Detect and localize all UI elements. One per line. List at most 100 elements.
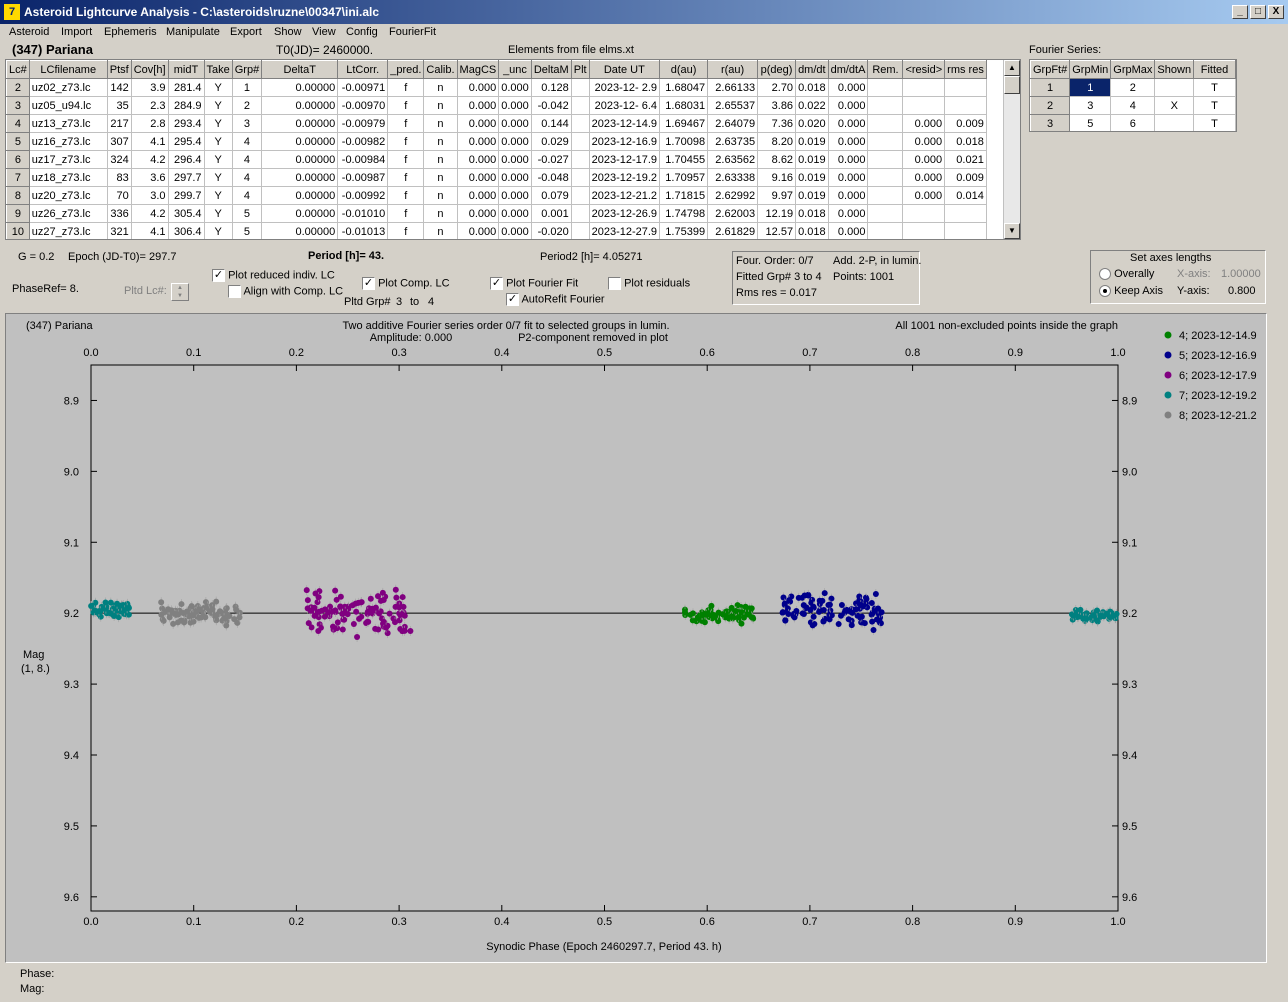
lc-cell[interactable] <box>570 204 590 223</box>
lc-cell[interactable]: 0.018 <box>795 78 829 97</box>
lc-cell[interactable]: -0.01010 <box>337 204 389 223</box>
menu-view[interactable]: View <box>312 26 336 38</box>
lc-row[interactable]: 10 uz27_z73.lc 321 4.1 306.4 Y 5 0.00000 -0.0101… <box>6 222 987 239</box>
ft-cell[interactable]: 3 <box>1069 96 1112 115</box>
ft-cell[interactable]: 1 <box>1030 78 1071 97</box>
lc-cell[interactable]: 307 <box>106 132 132 151</box>
lc-cell[interactable] <box>902 96 946 115</box>
lc-cell[interactable]: 0.128 <box>530 78 572 97</box>
lc-cell[interactable]: 0.000 <box>827 204 869 223</box>
lc-cell[interactable]: 12.19 <box>757 204 797 223</box>
scroll-down-icon[interactable]: ▼ <box>1004 223 1020 239</box>
lc-cell[interactable]: uz18_z73.lc <box>28 168 108 187</box>
lc-cell[interactable]: 3.9 <box>130 78 169 97</box>
lc-header-cell[interactable]: midT <box>167 60 205 79</box>
lc-cell[interactable]: 0.000 <box>827 186 869 205</box>
lc-cell[interactable]: Y <box>203 132 233 151</box>
lc-cell[interactable]: n <box>423 150 458 169</box>
ft-header-cell[interactable]: GrpMax <box>1110 60 1156 79</box>
lc-cell[interactable]: 12.57 <box>757 222 797 239</box>
lc-cell[interactable]: 0.00000 <box>261 150 339 169</box>
lc-cell[interactable]: 0.000 <box>456 186 500 205</box>
lc-cell[interactable]: Y <box>203 168 233 187</box>
lc-cell[interactable]: 1 <box>231 78 263 97</box>
lc-cell[interactable]: 2023-12-27.9 <box>588 222 661 239</box>
ft-cell[interactable]: 3 <box>1030 114 1071 131</box>
lc-cell[interactable]: 3 <box>231 114 263 133</box>
lc-cell[interactable] <box>867 132 904 151</box>
lc-cell[interactable]: 0.029 <box>530 132 572 151</box>
lc-cell[interactable] <box>944 222 987 239</box>
lc-header-cell[interactable]: DeltaT <box>261 60 339 79</box>
lc-header-cell[interactable]: _pred. <box>387 60 425 79</box>
lc-cell[interactable]: 4 <box>6 114 30 133</box>
menu-export[interactable]: Export <box>230 26 262 38</box>
lc-cell[interactable]: 0.000 <box>902 150 946 169</box>
lc-cell[interactable]: 0.000 <box>827 222 869 239</box>
lc-cell[interactable]: 0.00000 <box>261 114 339 133</box>
ft-header-cell[interactable]: Fitted <box>1193 60 1236 79</box>
pltd-grp-from[interactable]: 3 <box>396 296 402 308</box>
lc-cell[interactable]: Y <box>203 150 233 169</box>
lc-cell[interactable]: 0.018 <box>795 222 829 239</box>
lc-cell[interactable]: 0.000 <box>827 96 869 115</box>
lc-cell[interactable]: n <box>423 168 458 187</box>
lc-cell[interactable]: 0.000 <box>827 114 869 133</box>
lc-cell[interactable]: 284.9 <box>167 96 205 115</box>
scroll-thumb[interactable] <box>1004 76 1020 94</box>
pltd-grp-to[interactable]: 4 <box>428 296 434 308</box>
ft-row[interactable]: 234XT <box>1030 96 1236 115</box>
lc-cell[interactable] <box>867 78 904 97</box>
lc-cell[interactable]: 1.70098 <box>659 132 709 151</box>
lc-cell[interactable]: 0.00000 <box>261 168 339 187</box>
lc-cell[interactable]: 0.000 <box>456 168 500 187</box>
lc-cell[interactable]: uz26_z73.lc <box>28 204 108 223</box>
lc-cell[interactable]: Y <box>203 114 233 133</box>
lc-cell[interactable]: uz05_u94.lc <box>28 96 108 115</box>
lc-cell[interactable]: -0.00984 <box>337 150 389 169</box>
lc-cell[interactable]: 217 <box>106 114 132 133</box>
lc-cell[interactable]: -0.00970 <box>337 96 389 115</box>
lc-cell[interactable]: 2023-12-19.2 <box>588 168 661 187</box>
lc-header-cell[interactable]: Cov[h] <box>130 60 169 79</box>
ft-cell[interactable] <box>1154 114 1195 131</box>
lc-cell[interactable]: 296.4 <box>167 150 205 169</box>
lc-cell[interactable]: 0.009 <box>944 168 987 187</box>
lc-cell[interactable]: 1.71815 <box>659 186 709 205</box>
lc-row[interactable]: 9 uz26_z73.lc 336 4.2 305.4 Y 5 0.00000 -0.01010… <box>6 204 987 223</box>
lc-cell[interactable]: 305.4 <box>167 204 205 223</box>
ft-row[interactable]: 112T <box>1030 78 1236 97</box>
phaseref-value[interactable]: PhaseRef= 8. <box>12 283 79 295</box>
lc-row[interactable]: 8 uz20_z73.lc 70 3.0 299.7 Y 4 0.00000 -0.00992 f… <box>6 186 987 205</box>
lc-cell[interactable] <box>867 204 904 223</box>
lc-cell[interactable]: 4.2 <box>130 150 169 169</box>
lc-header-cell[interactable]: Rem. <box>867 60 904 79</box>
lc-cell[interactable]: 297.7 <box>167 168 205 187</box>
ft-cell[interactable]: 1 <box>1069 78 1112 97</box>
autorefit-checkbox[interactable]: ✓ AutoRefit Fourier <box>506 293 605 306</box>
plot-comp-checkbox[interactable]: ✓ Plot Comp. LC <box>362 277 450 290</box>
ft-cell[interactable]: 4 <box>1110 96 1156 115</box>
lc-cell[interactable]: uz17_z73.lc <box>28 150 108 169</box>
lc-cell[interactable]: 5 <box>6 132 30 151</box>
lc-cell[interactable] <box>570 186 590 205</box>
lc-cell[interactable]: 0.000 <box>498 186 532 205</box>
lc-cell[interactable] <box>867 150 904 169</box>
lc-cell[interactable] <box>570 132 590 151</box>
maximize-button[interactable]: □ <box>1250 5 1266 19</box>
lc-header-cell[interactable]: Take <box>203 60 233 79</box>
menu-import[interactable]: Import <box>61 26 92 38</box>
ft-row[interactable]: 356 T <box>1030 114 1236 131</box>
lc-cell[interactable]: 0.020 <box>795 114 829 133</box>
lc-cell[interactable]: 2023-12- 2.9 <box>588 78 661 97</box>
lc-cell[interactable]: 0.000 <box>456 114 500 133</box>
keep-axis-radio[interactable]: Keep Axis <box>1099 285 1163 298</box>
lc-cell[interactable]: 8 <box>6 186 30 205</box>
lc-header-cell[interactable]: Grp# <box>231 60 263 79</box>
lc-cell[interactable]: 0.000 <box>498 222 532 239</box>
lc-cell[interactable]: 2.63562 <box>707 150 759 169</box>
lc-cell[interactable]: 2023-12-16.9 <box>588 132 661 151</box>
lc-cell[interactable]: 0.000 <box>456 150 500 169</box>
lc-cell[interactable]: 2.63338 <box>707 168 759 187</box>
lc-cell[interactable]: n <box>423 114 458 133</box>
